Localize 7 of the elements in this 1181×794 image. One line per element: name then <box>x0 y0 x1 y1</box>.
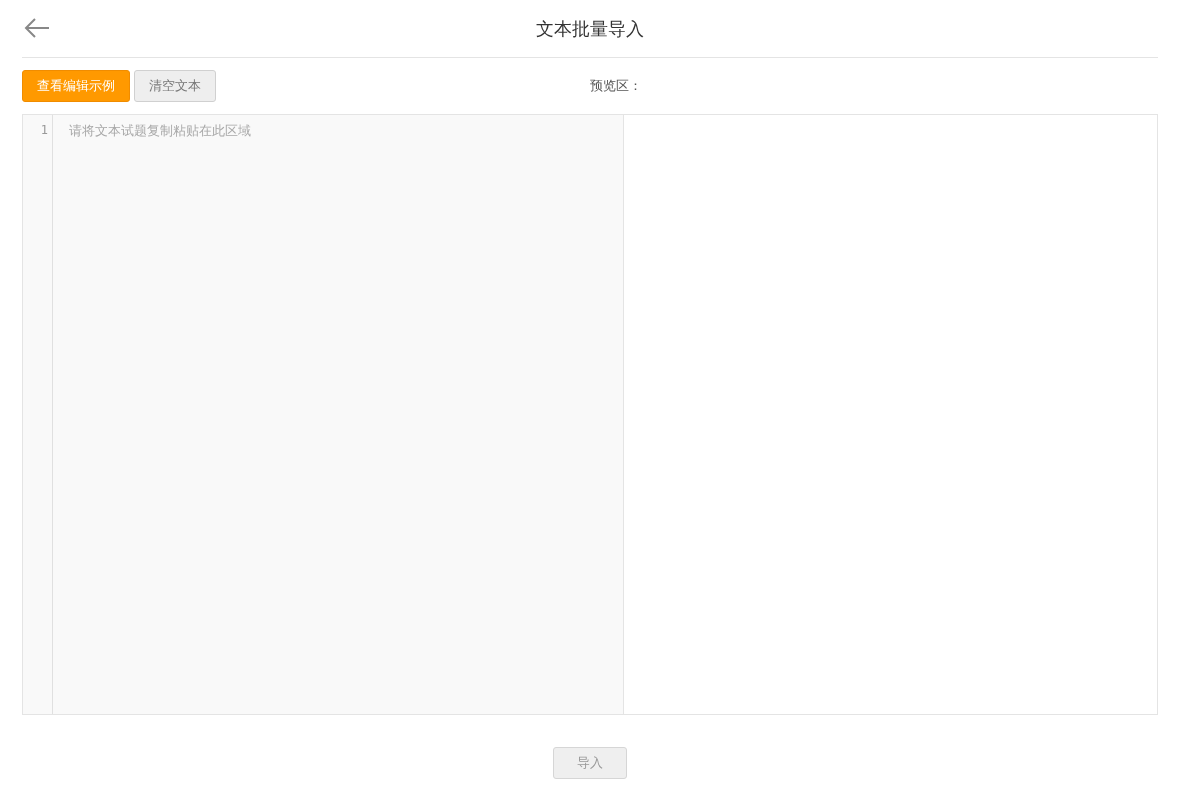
view-example-button[interactable]: 查看编辑示例 <box>22 70 130 102</box>
back-arrow-icon[interactable] <box>24 17 50 39</box>
preview-label: 预览区： <box>590 77 643 95</box>
page-title: 文本批量导入 <box>536 16 644 41</box>
clear-text-button[interactable]: 清空文本 <box>134 70 216 102</box>
text-input-area[interactable]: 请将文本试题复制粘贴在此区域 <box>53 115 624 714</box>
line-number: 1 <box>40 123 49 137</box>
